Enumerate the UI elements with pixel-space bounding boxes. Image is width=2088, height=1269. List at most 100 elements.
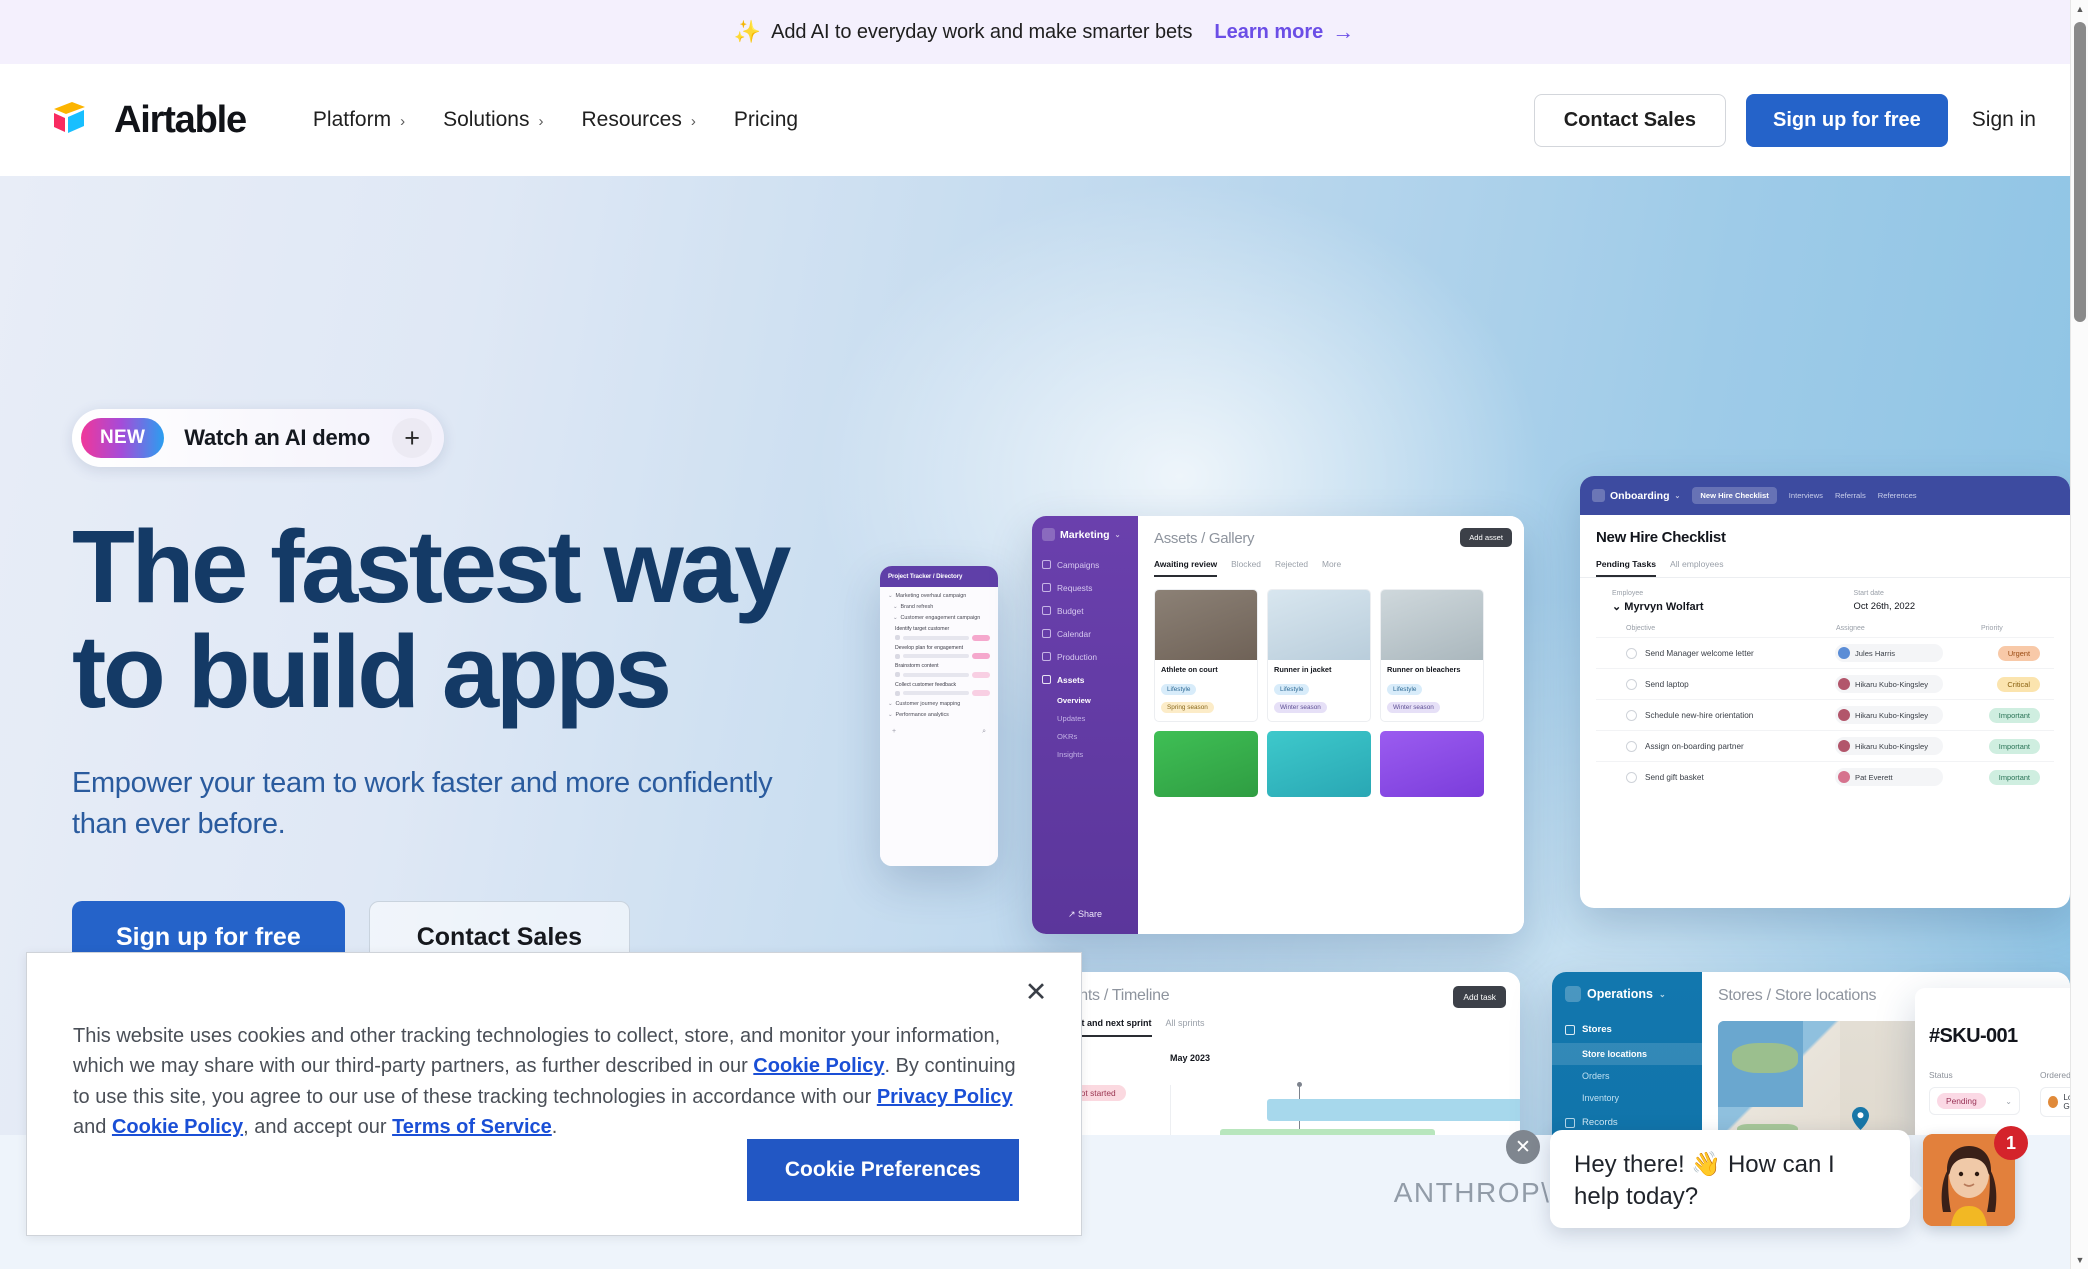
sku-fields-row: Status Pending ⌄ Ordered by Logan Granmo… [1929, 1070, 2070, 1117]
tracker-task: Identify target customer [895, 626, 990, 641]
gallery-item[interactable] [1154, 731, 1258, 797]
gallery-nav-production[interactable]: Production [1032, 645, 1138, 668]
row-objective: Send Manager welcome letter [1645, 648, 1754, 658]
subtab-all-employees[interactable]: All employees [1670, 559, 1724, 577]
calendar-icon [1042, 629, 1051, 638]
scrollbar-thumb[interactable] [2074, 22, 2086, 322]
sign-up-button[interactable]: Sign up for free [1745, 93, 1948, 147]
onboarding-tab-interviews[interactable]: Interviews [1789, 491, 1823, 500]
share-label: Share [1078, 909, 1103, 919]
airtable-logo[interactable]: Airtable [52, 99, 247, 142]
checkbox-icon[interactable] [1626, 647, 1637, 659]
table-row[interactable]: Assign on-boarding partner Hikaru Kubo-Ki… [1596, 730, 2054, 761]
priority-badge: Important [1988, 769, 2040, 785]
sign-in-link[interactable]: Sign in [1968, 102, 2040, 138]
op-subnav-store-locations[interactable]: Store locations [1552, 1043, 1702, 1065]
nav-item-platform[interactable]: Platform › [294, 98, 424, 142]
chat-message-bubble[interactable]: Hey there! 👋 How can I help today? [1550, 1130, 1922, 1228]
watch-ai-demo-pill[interactable]: NEW Watch an AI demo + [72, 409, 445, 467]
onboarding-tab-referrals[interactable]: Referrals [1835, 491, 1866, 500]
cookie-policy-link-2[interactable]: Cookie Policy [112, 1116, 243, 1138]
page-scrollbar[interactable]: ▲ ▼ [2070, 0, 2088, 1269]
chevron-right-icon: › [538, 112, 544, 130]
cookie-close-button[interactable]: ✕ [1019, 975, 1053, 1009]
subtab-pending-tasks[interactable]: Pending Tasks [1596, 559, 1657, 577]
table-row[interactable]: Send gift basket Pat Everett Important [1596, 761, 2054, 792]
checkbox-icon[interactable] [1626, 678, 1637, 690]
checkbox-icon[interactable] [1626, 740, 1637, 752]
cookie-text-part-4: , and accept our [243, 1116, 393, 1139]
announcement-learn-more-link[interactable]: Learn more → [1214, 19, 1354, 45]
gallery-item[interactable] [1267, 731, 1371, 797]
add-asset-button[interactable]: Add asset [1460, 528, 1512, 547]
task-pill [972, 634, 990, 641]
scroll-up-arrow-icon[interactable]: ▲ [2071, 0, 2088, 18]
asset-name: Runner on bleachers [1387, 665, 1461, 674]
nav-item-resources[interactable]: Resources › [562, 98, 714, 142]
chevron-down-icon: ⌄ [1659, 989, 1666, 999]
onboarding-tab-references[interactable]: References [1878, 491, 1917, 500]
onboarding-tab-checklist[interactable]: New Hire Checklist [1692, 487, 1777, 504]
ordered-by-select[interactable]: Logan Granmont ⌄ [2040, 1087, 2070, 1117]
sparkle-icon: ✨ [733, 19, 762, 44]
map-pin-icon[interactable] [1851, 1107, 1869, 1130]
avatar [2048, 1096, 2059, 1108]
table-row[interactable]: Send Manager welcome letter Jules Harris U… [1596, 637, 2054, 668]
task-icon [895, 653, 900, 659]
scroll-down-arrow-icon[interactable]: ▼ [2071, 1251, 2088, 1269]
gallery-subnav-insights[interactable]: Insights [1032, 745, 1138, 763]
op-subnav-orders[interactable]: Orders [1552, 1065, 1702, 1087]
gallery-share-button[interactable]: ↗ Share [1032, 897, 1138, 934]
avatar [1838, 709, 1850, 721]
gallery-item[interactable]: Runner in jacket Lifestyle Winter season [1267, 589, 1371, 722]
asset-tag: Lifestyle [1387, 684, 1423, 695]
tab-awaiting-review[interactable]: Awaiting review [1154, 559, 1218, 577]
privacy-policy-link[interactable]: Privacy Policy [877, 1086, 1013, 1108]
op-nav-stores[interactable]: Stores [1552, 1016, 1702, 1043]
nav-item-solutions[interactable]: Solutions › [424, 98, 562, 142]
hero-copy: NEW Watch an AI demo + The fastest way t… [72, 409, 972, 975]
checkbox-icon[interactable] [1626, 771, 1637, 783]
task-icon [895, 635, 900, 640]
gallery-subnav-overview[interactable]: Overview [1032, 691, 1138, 709]
gallery-item[interactable]: Runner on bleachers Lifestyle Winter sea… [1380, 589, 1484, 722]
gallery-nav-requests[interactable]: Requests [1032, 576, 1138, 599]
table-row[interactable]: Schedule new-hire orientation Hikaru Kubo… [1596, 699, 2054, 730]
onboarding-columns: Objective Assignee Priority [1596, 613, 2054, 637]
checkbox-icon[interactable] [1626, 709, 1637, 721]
tab-blocked[interactable]: Blocked [1231, 559, 1261, 577]
announcement-bar[interactable]: ✨ Add AI to everyday work and make smart… [0, 0, 2088, 64]
cookie-policy-link-1[interactable]: Cookie Policy [753, 1055, 884, 1077]
gallery-nav-assets[interactable]: Assets [1032, 668, 1138, 691]
tab-rejected[interactable]: Rejected [1275, 559, 1308, 577]
contact-sales-button[interactable]: Contact Sales [1533, 93, 1726, 147]
search-icon[interactable]: ⌕ [982, 728, 986, 736]
gallery-nav-budget[interactable]: Budget [1032, 599, 1138, 622]
gallery-nav-calendar[interactable]: Calendar [1032, 622, 1138, 645]
timeline-bar[interactable] [1267, 1099, 1520, 1121]
gallery-nav-campaigns[interactable]: Campaigns [1032, 553, 1138, 576]
tab-more[interactable]: More [1322, 559, 1341, 577]
plus-icon[interactable]: + [392, 418, 433, 458]
row-assignee: Hikaru Kubo-Kingsley [1835, 737, 1943, 755]
timeline-month: May 2023 [1170, 1053, 1211, 1063]
terms-of-service-link[interactable]: Terms of Service [392, 1116, 552, 1138]
gallery-subnav-okrs[interactable]: OKRs [1032, 727, 1138, 745]
task-progress [903, 635, 969, 640]
add-task-button[interactable]: Add task [1453, 986, 1506, 1008]
gallery-item[interactable] [1380, 731, 1484, 797]
table-row[interactable]: Send laptop Hikaru Kubo-Kingsley Critical [1596, 668, 2054, 699]
status-select[interactable]: Pending ⌄ [1929, 1087, 2020, 1115]
breadcrumb-main: Assets [1154, 530, 1198, 547]
tab-all-sprints[interactable]: All sprints [1166, 1018, 1205, 1037]
op-subnav-inventory[interactable]: Inventory [1552, 1087, 1702, 1109]
add-icon[interactable]: + [892, 728, 896, 736]
cookie-preferences-button[interactable]: Cookie Preferences [746, 1139, 1019, 1201]
nav-item-label: Platform [312, 108, 392, 131]
gallery-subnav-updates[interactable]: Updates [1032, 709, 1138, 727]
budget-icon [1042, 606, 1051, 615]
gallery-item[interactable]: Athlete on court Lifestyle Spring season [1154, 589, 1258, 722]
nav-item-pricing[interactable]: Pricing [715, 98, 817, 142]
chat-close-button[interactable]: ✕ [1506, 1130, 1540, 1164]
chevron-right-icon: › [690, 112, 696, 130]
